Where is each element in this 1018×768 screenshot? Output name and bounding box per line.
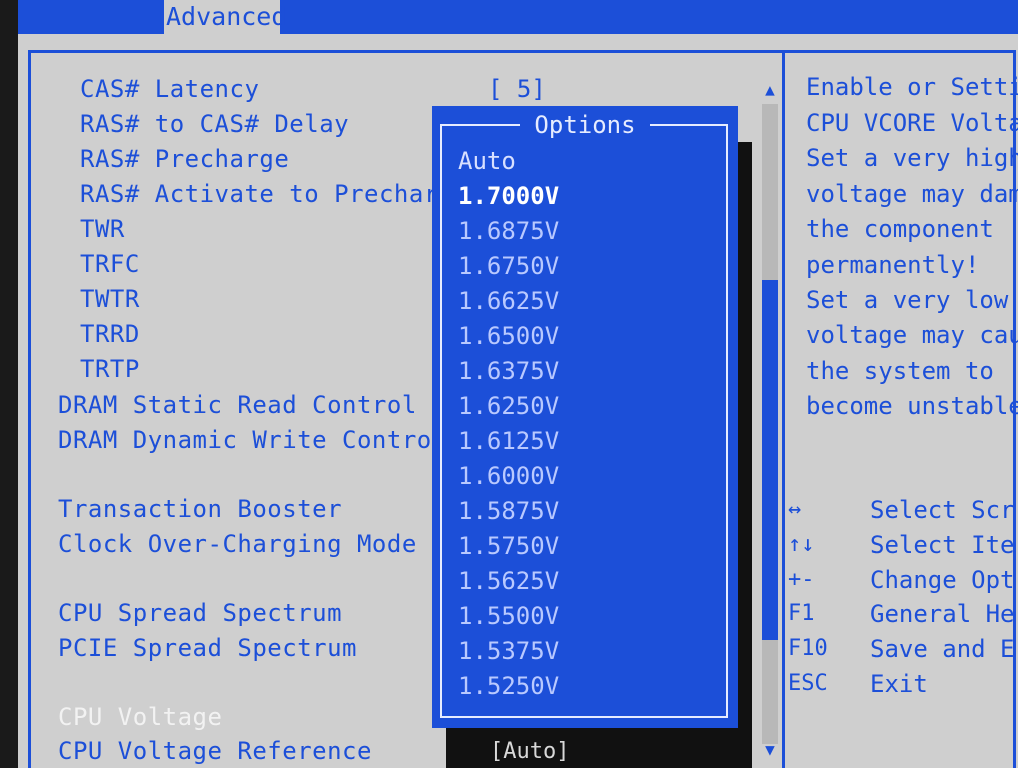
option-1-5750v[interactable]: 1.5750V (458, 531, 559, 561)
option-1-5875v[interactable]: 1.5875V (458, 496, 559, 526)
help-line: Enable or Setti (806, 73, 1018, 101)
option-1-6750v[interactable]: 1.6750V (458, 251, 559, 281)
top-menu-bar: Advanced (18, 0, 1018, 34)
option-1-7000v[interactable]: 1.7000V (458, 181, 559, 211)
option-1-5500v[interactable]: 1.5500V (458, 601, 559, 631)
help-line: the system to (806, 357, 994, 385)
option-1-5375v[interactable]: 1.5375V (458, 636, 559, 666)
option-1-6500v[interactable]: 1.6500V (458, 321, 559, 351)
scroll-down-icon[interactable]: ▼ (762, 740, 778, 759)
key-desc-exit: Exit (870, 670, 928, 698)
key-desc-select-screen: Select Scr (870, 496, 1015, 524)
setting-cpu-spread-spectrum[interactable]: CPU Spread Spectrum (58, 598, 342, 628)
key-desc-general-help: General He (870, 600, 1015, 628)
popup-title-text: Options (520, 111, 650, 139)
bios-screen: Advanced CAS# Latency RAS# to CAS# Delay… (18, 0, 1018, 768)
up-down-arrow-icon: ↑↓ (788, 532, 815, 557)
help-line: Set a very low (806, 286, 1009, 314)
tab-advanced[interactable]: Advanced (164, 0, 286, 34)
key-f1: F1 (788, 601, 815, 626)
option-auto[interactable]: Auto (458, 146, 516, 176)
setting-cpu-voltage-reference[interactable]: CPU Voltage Reference (58, 736, 372, 766)
help-line: voltage may cau (806, 321, 1018, 349)
key-esc: ESC (788, 671, 828, 696)
setting-twr[interactable]: TWR (80, 214, 125, 244)
setting-pcie-spread-spectrum[interactable]: PCIE Spread Spectrum (58, 633, 357, 663)
help-divider (782, 50, 785, 768)
help-line: the component (806, 215, 994, 243)
setting-dram-dynamic-write-control[interactable]: DRAM Dynamic Write Control (58, 425, 447, 455)
setting-twtr[interactable]: TWTR (80, 284, 140, 314)
setting-dram-static-read-control[interactable]: DRAM Static Read Control (58, 390, 417, 420)
key-desc-select-item: Select Ite (870, 531, 1015, 559)
setting-trrd[interactable]: TRRD (80, 319, 140, 349)
scroll-up-icon[interactable]: ▲ (762, 80, 778, 99)
setting-ras-to-cas-delay[interactable]: RAS# to CAS# Delay (80, 109, 349, 139)
setting-clock-over-charging-mode[interactable]: Clock Over-Charging Mode (58, 529, 417, 559)
help-line: permanently! (806, 251, 980, 279)
option-1-5250v[interactable]: 1.5250V (458, 671, 559, 701)
setting-trtp[interactable]: TRTP (80, 354, 140, 384)
option-1-6000v[interactable]: 1.6000V (458, 461, 559, 491)
cpu-voltage-reference-value: [Auto] (446, 736, 752, 768)
key-desc-change-option: Change Opt (870, 566, 1015, 594)
key-plus-minus: +- (788, 567, 815, 592)
options-popup: Options Auto 1.7000V 1.6875V 1.6750V 1.6… (432, 106, 738, 728)
option-1-6375v[interactable]: 1.6375V (458, 356, 559, 386)
help-line: voltage may dam (806, 180, 1018, 208)
left-right-arrow-icon: ↔ (788, 497, 802, 522)
key-f10: F10 (788, 636, 828, 661)
option-1-6875v[interactable]: 1.6875V (458, 216, 559, 246)
key-desc-save-and-exit: Save and E (870, 635, 1015, 663)
setting-cas-latency[interactable]: CAS# Latency (80, 74, 259, 104)
help-line: CPU VCORE Volta (806, 109, 1018, 137)
setting-trfc[interactable]: TRFC (80, 249, 140, 279)
option-1-5625v[interactable]: 1.5625V (458, 566, 559, 596)
setting-cpu-voltage[interactable]: CPU Voltage (58, 702, 222, 732)
option-1-6125v[interactable]: 1.6125V (458, 426, 559, 456)
scrollbar-thumb[interactable] (762, 280, 778, 640)
setting-ras-precharge[interactable]: RAS# Precharge (80, 144, 289, 174)
option-1-6625v[interactable]: 1.6625V (458, 286, 559, 316)
setting-transaction-booster[interactable]: Transaction Booster (58, 494, 342, 524)
setting-ras-activate-to-precharge[interactable]: RAS# Activate to Precharg (80, 179, 454, 209)
cas-latency-value: [ 5] (488, 75, 546, 103)
option-1-6250v[interactable]: 1.6250V (458, 391, 559, 421)
help-line: Set a very high (806, 144, 1018, 172)
help-line: become unstable (806, 392, 1018, 420)
popup-title: Options (432, 110, 738, 140)
